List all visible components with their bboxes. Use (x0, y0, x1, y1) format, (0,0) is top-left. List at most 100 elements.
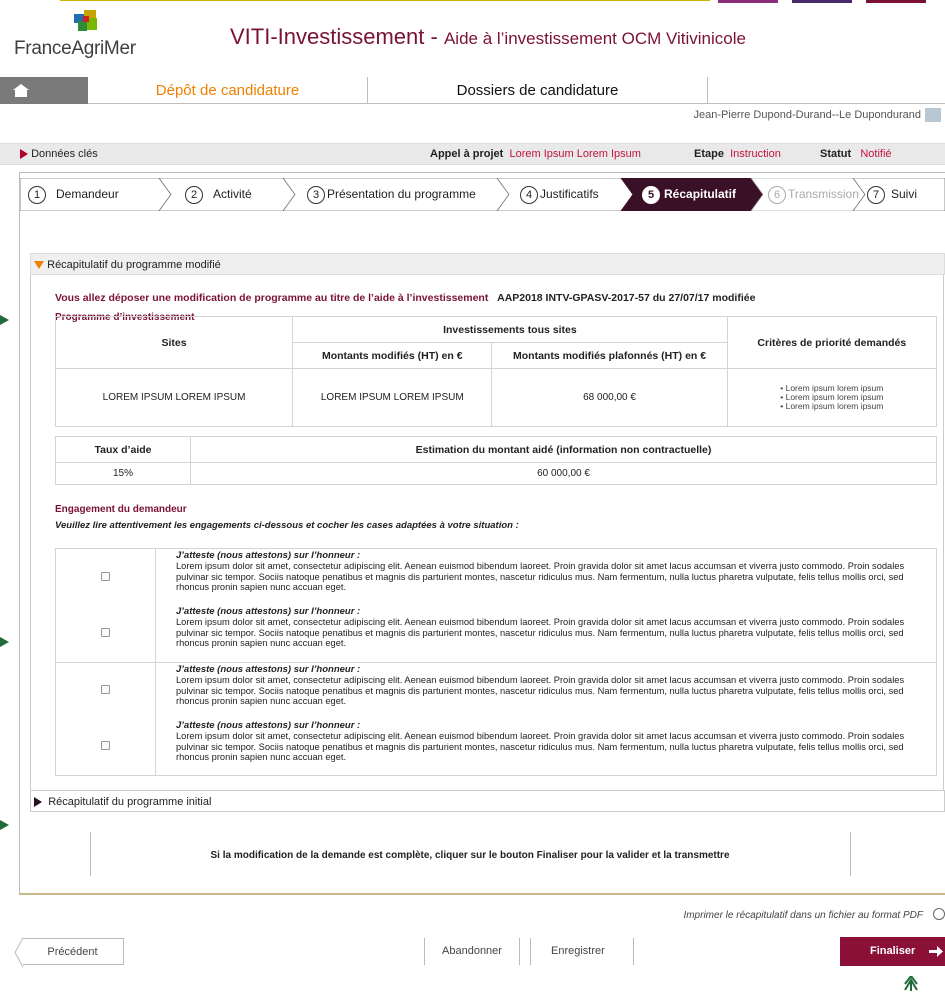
statut-label: Statut (820, 148, 852, 160)
col-montants: Montants modifiés (HT) en € (292, 342, 493, 369)
header-accent-bar (866, 0, 926, 3)
key-data-toggle[interactable]: Données clés (20, 144, 98, 164)
enregistrer-button[interactable]: Enregistrer (530, 938, 634, 965)
print-pdf-link[interactable]: Imprimer le récapitulatif dans un fichie… (683, 910, 923, 921)
critere-item: • Lorem ipsum lorem ipsum (780, 401, 884, 411)
finalize-note: Si la modification de la demande est com… (210, 850, 730, 861)
step-justificatifs[interactable]: 4 Justificatifs (520, 178, 599, 211)
engagement-item: J’atteste (nous attestons) sur l’honneur… (176, 720, 921, 762)
abandonner-button[interactable]: Abandonner (424, 938, 520, 965)
step-number: 4 (520, 185, 538, 204)
up-arrow-icon (904, 976, 918, 991)
recap-initial-title: Récapitulatif du programme initial (48, 796, 212, 808)
enregistrer-label: Enregistrer (551, 945, 605, 957)
finaliser-button[interactable]: Finaliser (840, 937, 945, 966)
precedent-label: Précédent (47, 946, 98, 958)
caret-right-icon (34, 797, 43, 808)
caret-right-icon (20, 149, 28, 160)
printer-icon[interactable] (933, 908, 945, 920)
step-transmission: 6 Transmission (768, 178, 859, 211)
recap-modifie-title: Récapitulatif du programme modifié (47, 259, 221, 271)
header-accent-bar (718, 0, 778, 3)
abandonner-label: Abandonner (442, 945, 502, 957)
cell-plafonne: 68 000,00 € (491, 368, 728, 427)
col-estimation: Estimation du montant aidé (information … (190, 436, 937, 463)
avatar-icon (925, 108, 941, 123)
col-criteres: Critères de priorité demandés (726, 316, 938, 369)
cell-criteres: • Lorem ipsum lorem ipsum • Lorem ipsum … (726, 368, 938, 427)
tab-dossiers-candidature[interactable]: Dossiers de candidature (368, 77, 708, 104)
step-label: Activité (213, 187, 252, 201)
cell-taux: 15% (55, 462, 191, 485)
precedent-button[interactable]: Précédent (14, 938, 124, 967)
app-title-main: VITI-Investissement - (230, 24, 444, 49)
franceagrimer-logo[interactable]: FranceAgriMer (14, 8, 144, 64)
user-info[interactable]: Jean-Pierre Dupond-Durand--Le Duponduran… (694, 104, 945, 126)
tab-depot-candidature[interactable]: Dépôt de candidature (88, 77, 368, 104)
checkbox-icon (101, 572, 110, 581)
checkbox-icon (101, 685, 110, 694)
cell-estimation: 60 000,00 € (190, 462, 937, 485)
etape-value: Instruction (730, 148, 781, 160)
step-number: 2 (185, 185, 203, 204)
recap-intro-ref: AAP2018 INTV-GPASV-2017-57 du 27/07/17 m… (497, 292, 756, 304)
recap-initial-header[interactable]: Récapitulatif du programme initial (30, 790, 945, 812)
col-sites: Sites (54, 316, 294, 369)
engagement-item: J’atteste (nous attestons) sur l’honneur… (176, 550, 921, 592)
step-presentation-programme[interactable]: 3 Présentation du programme (307, 178, 476, 211)
step-number: 1 (28, 185, 46, 204)
header-accent-bar (792, 0, 852, 3)
engagement-heading: J’atteste (nous attestons) sur l’honneur… (176, 664, 361, 675)
table-row: 15% 60 000,00 € (55, 462, 937, 485)
step-activite[interactable]: 2 Activité (185, 178, 252, 211)
logo-mark-icon (74, 10, 98, 32)
home-icon (13, 84, 29, 97)
step-number: 5 (642, 185, 660, 204)
step-label: Justificatifs (540, 187, 599, 201)
user-name: Jean-Pierre Dupond-Durand--Le Duponduran… (693, 109, 921, 121)
step-label: Suivi (891, 187, 918, 201)
statut-value: Notifié (860, 148, 892, 160)
home-button[interactable] (0, 77, 88, 104)
appel-label: Appel à projet (430, 148, 504, 160)
checkbox-icon (101, 628, 110, 637)
step-demandeur[interactable]: 1 Demandeur (28, 178, 119, 211)
side-arrow-icon (0, 637, 9, 647)
engagement-instructions: Veuillez lire attentivement les engageme… (55, 520, 519, 531)
finalize-note-area (19, 830, 945, 895)
engagement-item: J’atteste (nous attestons) sur l’honneur… (176, 606, 921, 648)
stepper: 1 Demandeur 2 Activité 3 Présentation du pr… (20, 178, 945, 211)
engagement-checkbox[interactable] (101, 685, 110, 697)
engagement-body: Lorem ipsum dolor sit amet, consectetur … (176, 617, 905, 648)
checkbox-icon (101, 741, 110, 750)
engagement-body: Lorem ipsum dolor sit amet, consectetur … (176, 731, 905, 762)
engagement-checkbox[interactable] (101, 741, 110, 753)
engagement-heading: J’atteste (nous attestons) sur l’honneur… (176, 606, 361, 617)
arrow-right-icon (929, 946, 943, 957)
note-divider (850, 832, 851, 876)
step-number: 6 (768, 185, 786, 204)
engagement-heading: J’atteste (nous attestons) sur l’honneur… (176, 550, 361, 561)
engagement-heading: J’atteste (nous attestons) sur l’honneur… (176, 720, 361, 731)
step-label: Transmission (788, 187, 859, 201)
col-plafonnes: Montants modifiés plafonnés (HT) en € (491, 342, 728, 369)
key-data-bar: Données clés Appel à projet Lorem Ipsum … (0, 143, 945, 165)
step-suivi[interactable]: 7 Suivi (867, 178, 917, 211)
engagement-divider (55, 662, 937, 663)
etape-label: Etape (694, 148, 724, 160)
aide-table: Taux d’aide Estimation du montant aidé (… (55, 436, 937, 485)
appel-value: Lorem Ipsum Lorem Ipsum (509, 148, 641, 160)
key-data-label: Données clés (31, 148, 98, 160)
step-label: Présentation du programme (327, 187, 476, 201)
engagement-body: Lorem ipsum dolor sit amet, consectetur … (176, 561, 905, 592)
caret-down-icon (34, 261, 45, 270)
engagement-checkbox[interactable] (101, 628, 110, 640)
engagement-title: Engagement du demandeur (55, 504, 187, 515)
engagement-checkbox[interactable] (101, 572, 110, 584)
step-recapitulatif[interactable]: 5 Récapitulatif (642, 178, 736, 211)
recap-intro-text: Vous allez déposer une modification de p… (55, 292, 489, 304)
side-arrow-icon (0, 315, 9, 325)
recap-modifie-header[interactable]: Récapitulatif du programme modifié (30, 253, 945, 275)
cell-montant: LOREM IPSUM LOREM IPSUM (292, 368, 493, 427)
step-number: 7 (867, 185, 885, 204)
